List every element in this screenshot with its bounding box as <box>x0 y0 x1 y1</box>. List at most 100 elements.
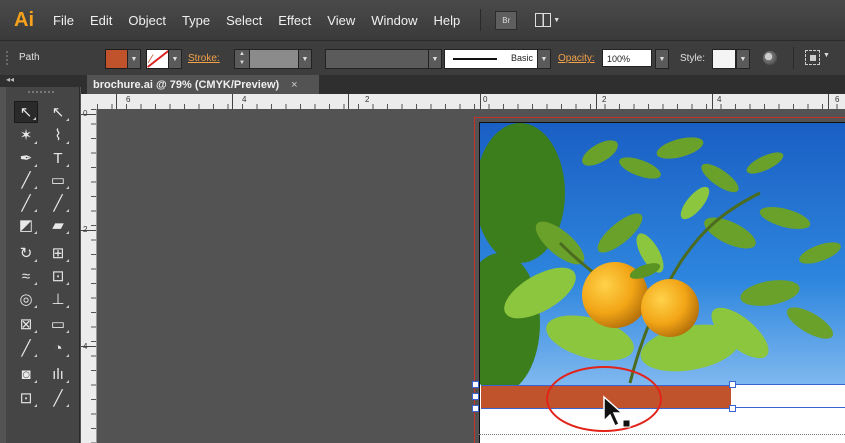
stroke-dropdown-button[interactable]: ▼ <box>168 49 182 69</box>
selection-handle[interactable] <box>472 405 479 412</box>
brush-dropdown[interactable]: ▼ <box>537 49 551 69</box>
ruler-label: 4 <box>717 95 722 104</box>
stroke-weight-stepper[interactable]: ▲ ▼ <box>234 49 250 69</box>
ruler-tick <box>596 94 597 109</box>
opacity-input[interactable]: 100% <box>602 49 652 67</box>
opacity-dropdown[interactable]: ▼ <box>655 49 669 69</box>
free-transform-tool-icon[interactable]: ⊡ <box>46 265 70 287</box>
ruler-label: 6 <box>835 95 840 104</box>
horizontal-ruler[interactable]: 6 4 2 0 2 4 6 <box>97 94 845 110</box>
menu-window[interactable]: Window <box>371 13 417 28</box>
direct-selection-tool-icon[interactable]: ↖ <box>46 101 70 123</box>
selection-handle[interactable] <box>729 405 736 412</box>
ruler-label: 4 <box>242 95 247 104</box>
blend-tool-icon[interactable]: ◔ <box>46 337 70 359</box>
control-bar-grip[interactable] <box>6 51 8 65</box>
tool-row: ◩ ▰ <box>14 214 74 236</box>
width-profile-dropdown[interactable]: ▼ <box>428 49 442 69</box>
pencil-tool-icon[interactable]: ╱ <box>46 192 70 214</box>
document-tab[interactable]: brochure.ai @ 79% (CMYK/Preview) × <box>87 75 319 94</box>
eraser-tool-icon[interactable]: ▰ <box>46 214 70 236</box>
ruler-label: 2 <box>365 95 370 104</box>
document-tab-strip: brochure.ai @ 79% (CMYK/Preview) × <box>81 75 845 94</box>
menu-object[interactable]: Object <box>128 13 166 28</box>
ruler-origin[interactable] <box>81 94 98 110</box>
tools-panel-grip[interactable] <box>28 91 56 93</box>
gradient-tool-icon[interactable]: ▭ <box>46 313 70 335</box>
artboard-tool-icon[interactable]: ⊡ <box>14 387 38 409</box>
ruler-tick <box>480 94 481 109</box>
menu-select[interactable]: Select <box>226 13 262 28</box>
selection-handle[interactable] <box>472 393 479 400</box>
graphic-style-swatch[interactable] <box>712 49 736 69</box>
rectangle-tool-icon[interactable]: ▭ <box>46 169 70 191</box>
ruler-tick <box>116 94 117 109</box>
ruler-label: 6 <box>126 95 131 104</box>
tools-panel-header[interactable]: ◂◂ <box>0 75 81 87</box>
go-to-bridge-button[interactable]: Br <box>495 10 518 30</box>
tool-row: ╱ ▭ <box>14 169 74 191</box>
tool-row: ↖ ↖ <box>14 101 74 123</box>
line-segment-tool-icon[interactable]: ╱ <box>14 169 38 191</box>
symbol-sprayer-tool-icon[interactable]: ◙ <box>14 363 38 385</box>
chevron-down-icon[interactable]: ▼ <box>823 52 830 59</box>
type-tool-icon[interactable]: T <box>46 147 70 169</box>
menu-help[interactable]: Help <box>433 13 460 28</box>
blob-brush-tool-icon[interactable]: ◩ <box>14 214 38 236</box>
illustrator-logo: Ai <box>14 8 34 31</box>
tool-row: ✒ T <box>14 147 74 169</box>
stroke-panel-link[interactable]: Stroke: <box>188 53 220 64</box>
mesh-tool-icon[interactable]: ⊠ <box>14 313 38 335</box>
shape-builder-tool-icon[interactable]: ◎ <box>14 288 38 310</box>
paintbrush-tool-icon[interactable]: ╱ <box>14 192 38 214</box>
close-icon[interactable]: × <box>291 79 297 91</box>
chevron-down-icon: ▼ <box>553 16 561 24</box>
selection-handle[interactable] <box>472 381 479 388</box>
fill-color-swatch[interactable] <box>105 49 128 69</box>
cursor-icon <box>603 395 631 428</box>
stroke-weight-dropdown[interactable]: ▼ <box>298 49 312 69</box>
lemon-tree-photo[interactable] <box>480 123 845 385</box>
menu-file[interactable]: File <box>53 13 74 28</box>
pen-tool-icon[interactable]: ✒ <box>14 147 38 169</box>
control-bar-separator <box>793 47 794 69</box>
collapse-panel-icon[interactable]: ◂◂ <box>6 75 14 84</box>
eyedropper-tool-icon[interactable]: ╱ <box>14 337 38 359</box>
ruler-label: 0 <box>483 95 488 104</box>
menu-edit[interactable]: Edit <box>90 13 112 28</box>
tools-panel: ↖ ↖ ✶ ⌇ ✒ T ╱ ▭ ╱ ╱ ◩ ▰ ↻ ⊞ ≈ ⊡ ◎ ⊥ ⊠ ▭ ╱ ◔ ◙ ılı ⊡ ╱ <box>6 87 80 443</box>
recolor-artwork-icon[interactable] <box>763 51 777 65</box>
arrange-documents-button[interactable]: ▼ <box>535 13 560 27</box>
menu-view[interactable]: View <box>327 13 355 28</box>
tool-row: ╱ ◔ <box>14 337 74 359</box>
brush-stroke-preview <box>453 58 497 60</box>
selection-tool-icon[interactable]: ↖ <box>14 101 38 123</box>
document-canvas[interactable] <box>97 109 845 443</box>
menu-type[interactable]: Type <box>182 13 210 28</box>
lasso-tool-icon[interactable]: ⌇ <box>46 124 70 146</box>
variable-width-profile-select[interactable] <box>325 49 429 69</box>
selection-type-label: Path <box>19 52 40 63</box>
tool-row: ◙ ılı <box>14 363 74 385</box>
menu-separator <box>480 9 482 31</box>
graphic-style-dropdown[interactable]: ▼ <box>736 49 750 69</box>
ruler-tick <box>348 94 349 109</box>
slice-tool-icon[interactable]: ╱ <box>46 387 70 409</box>
perspective-grid-tool-icon[interactable]: ⊥ <box>46 288 70 310</box>
opacity-panel-link[interactable]: Opacity: <box>558 53 595 64</box>
width-tool-icon[interactable]: ≈ <box>14 265 38 287</box>
scale-tool-icon[interactable]: ⊞ <box>46 242 70 264</box>
brush-definition-select[interactable]: Basic <box>444 49 538 69</box>
tool-row: ◎ ⊥ <box>14 288 74 310</box>
rotate-tool-icon[interactable]: ↻ <box>14 242 38 264</box>
vertical-ruler[interactable]: 0 2 4 <box>81 109 97 443</box>
menu-effect[interactable]: Effect <box>278 13 311 28</box>
magic-wand-tool-icon[interactable]: ✶ <box>14 124 38 146</box>
stroke-weight-input[interactable] <box>249 49 299 69</box>
tool-row: ↻ ⊞ <box>14 242 74 264</box>
align-to-selection-icon[interactable] <box>805 50 820 65</box>
stroke-color-swatch[interactable]: ⁄ <box>146 49 169 69</box>
fill-dropdown-button[interactable]: ▼ <box>127 49 141 69</box>
selection-handle[interactable] <box>729 381 736 388</box>
column-graph-tool-icon[interactable]: ılı <box>46 363 70 385</box>
